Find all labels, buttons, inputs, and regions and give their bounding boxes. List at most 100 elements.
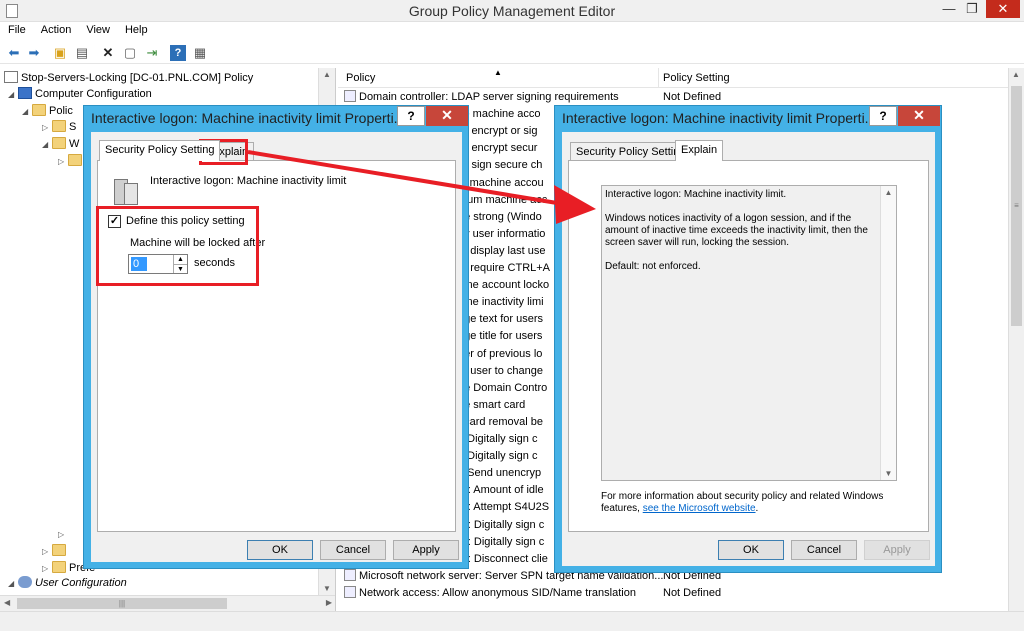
restore-button[interactable]: ❐: [958, 0, 986, 18]
cancel-button[interactable]: Cancel: [320, 540, 386, 560]
collapse-arrow-icon[interactable]: ▷: [58, 154, 68, 170]
menu-action[interactable]: Action: [33, 22, 79, 36]
tree-item-root[interactable]: Stop-Servers-Locking [DC-01.PNL.COM] Pol…: [4, 70, 253, 86]
scroll-up-icon[interactable]: ▲: [319, 70, 335, 79]
folder-icon: [52, 544, 66, 556]
back-icon[interactable]: ⬅: [6, 45, 22, 61]
list-item[interactable]: lly encrypt secur: [458, 140, 537, 157]
expand-arrow-icon[interactable]: ◢: [8, 87, 18, 103]
list-item[interactable]: lly encrypt or sig: [458, 123, 537, 140]
explain-text: Interactive logon: Machine inactivity li…: [605, 189, 871, 272]
list-item[interactable]: ey user informatio: [458, 226, 545, 243]
scroll-down-icon[interactable]: ▼: [881, 469, 896, 478]
tab-security-policy-setting[interactable]: Security Policy Setting: [570, 142, 692, 161]
list-item[interactable]: er: Amount of idle: [458, 482, 544, 499]
column-policy[interactable]: Policy: [346, 72, 375, 84]
menu-help[interactable]: Help: [117, 22, 155, 36]
up-folder-icon[interactable]: ▣: [52, 45, 68, 61]
delete-icon[interactable]: ✕: [100, 45, 116, 61]
list-item[interactable]: t: Send unencryp: [458, 465, 541, 482]
policy-setting-value: Not Defined: [663, 91, 722, 103]
collapse-arrow-icon[interactable]: ▷: [42, 120, 52, 136]
help-icon[interactable]: ?: [170, 45, 186, 61]
tree-item-user-configuration[interactable]: ◢ User Configuration: [8, 575, 127, 591]
collapse-arrow-icon[interactable]: ▷: [42, 544, 52, 560]
help-button[interactable]: ?: [869, 106, 897, 126]
list-item[interactable]: hine account locko: [458, 277, 549, 294]
list-item[interactable]: Domain controller: LDAP server signing r…: [344, 89, 619, 106]
list-item[interactable]: le machine accou: [458, 175, 544, 192]
properties-dialog-left: Interactive logon: Machine inactivity li…: [83, 105, 469, 569]
expand-arrow-icon[interactable]: ◢: [22, 104, 32, 120]
expand-arrow-icon[interactable]: ◢: [8, 576, 18, 592]
list-header: Policy ▲ Policy Setting: [338, 68, 1008, 88]
list-item[interactable]: age title for users: [458, 328, 542, 345]
ok-button[interactable]: OK: [247, 540, 313, 560]
tab-security-policy-setting[interactable]: Security Policy Setting: [99, 140, 221, 161]
list-vertical-scrollbar[interactable]: ▲ ≡: [1008, 68, 1024, 611]
window-title: Group Policy Management Editor: [408, 3, 616, 19]
ok-button[interactable]: OK: [718, 540, 784, 560]
explain-textbox[interactable]: Interactive logon: Machine inactivity li…: [601, 185, 897, 481]
console-icon[interactable]: ▦: [192, 45, 208, 61]
scroll-right-icon[interactable]: ▶: [326, 598, 332, 607]
list-item[interactable]: ot require CTRL+A: [458, 260, 550, 277]
menu-view[interactable]: View: [78, 22, 117, 36]
explain-scrollbar[interactable]: ▲ ▼: [880, 186, 896, 480]
folder-icon: [52, 137, 66, 149]
list-item[interactable]: hine inactivity limi: [458, 294, 544, 311]
cancel-button[interactable]: Cancel: [791, 540, 857, 560]
list-item[interactable]: er: Digitally sign c: [458, 517, 544, 534]
list-item[interactable]: pt user to change: [458, 363, 543, 380]
export-icon[interactable]: ⇥: [144, 45, 160, 61]
close-button[interactable]: ✕: [986, 0, 1020, 18]
more-info-text: For more information about security poli…: [601, 491, 884, 514]
column-policy-setting[interactable]: Policy Setting: [663, 72, 730, 84]
help-button[interactable]: ?: [397, 106, 425, 126]
list-item[interactable]: ire strong (Windo: [458, 209, 542, 226]
scroll-thumb[interactable]: |||: [17, 598, 227, 609]
list-item[interactable]: er: Digitally sign c: [458, 534, 544, 551]
dialog-close-button[interactable]: ✕: [426, 106, 468, 126]
tree-item-sub2[interactable]: ▷: [58, 526, 68, 542]
tree-item-policies[interactable]: ◢ Polic: [22, 103, 73, 119]
scroll-up-icon[interactable]: ▲: [881, 188, 896, 197]
expand-arrow-icon[interactable]: ◢: [42, 137, 52, 153]
list-item[interactable]: ber of previous lo: [458, 346, 542, 363]
scroll-down-icon[interactable]: ▼: [319, 584, 335, 593]
tree-item-sub[interactable]: ▷: [58, 153, 85, 169]
policy-setting-value: Not Defined: [663, 586, 722, 599]
tab-explain[interactable]: Explain: [675, 140, 724, 161]
list-item[interactable]: t: Digitally sign c: [458, 448, 537, 465]
policy-name: Interactive logon: Machine inactivity li…: [150, 175, 347, 187]
properties-icon[interactable]: ▢: [122, 45, 138, 61]
policy-item-icon: [344, 568, 356, 581]
tree-item-sub3[interactable]: ▷: [42, 543, 69, 559]
list-item[interactable]: er: Attempt S4U2S: [458, 499, 549, 516]
dialog-close-button[interactable]: ✕: [898, 106, 940, 126]
list-item[interactable]: er: Disconnect clie: [458, 551, 548, 568]
scroll-left-icon[interactable]: ◀: [4, 598, 10, 607]
list-item[interactable]: Network access: Allow anonymous SID/Name…: [344, 585, 636, 602]
list-item[interactable]: age text for users: [458, 311, 543, 328]
tree-horizontal-scrollbar[interactable]: ◀ ||| ▶: [0, 595, 335, 611]
microsoft-website-link[interactable]: see the Microsoft website: [643, 503, 756, 514]
list-item[interactable]: ire Domain Contro: [458, 380, 547, 397]
collapse-arrow-icon[interactable]: ▷: [58, 527, 68, 543]
list-item[interactable]: mum machine acc: [458, 192, 547, 209]
show-hide-tree-icon[interactable]: ▤: [74, 45, 90, 61]
list-item[interactable]: ot display last use: [458, 243, 545, 260]
menu-file[interactable]: File: [0, 22, 33, 36]
scroll-up-icon[interactable]: ▲: [1012, 70, 1020, 79]
list-item[interactable]: lly sign secure ch: [458, 157, 542, 174]
tree-item-w[interactable]: ◢ W: [42, 136, 79, 152]
list-item[interactable]: t: Digitally sign c: [458, 431, 537, 448]
list-item[interactable]: se machine acco: [458, 106, 541, 123]
scroll-thumb[interactable]: ≡: [1011, 86, 1022, 326]
apply-button[interactable]: Apply: [393, 540, 459, 560]
apply-button[interactable]: Apply: [864, 540, 930, 560]
forward-icon[interactable]: ➡: [26, 45, 42, 61]
tree-item-s[interactable]: ▷ S: [42, 119, 76, 135]
list-item[interactable]: t card removal be: [458, 414, 543, 431]
tree-item-computer-configuration[interactable]: ◢ Computer Configuration: [8, 86, 152, 102]
